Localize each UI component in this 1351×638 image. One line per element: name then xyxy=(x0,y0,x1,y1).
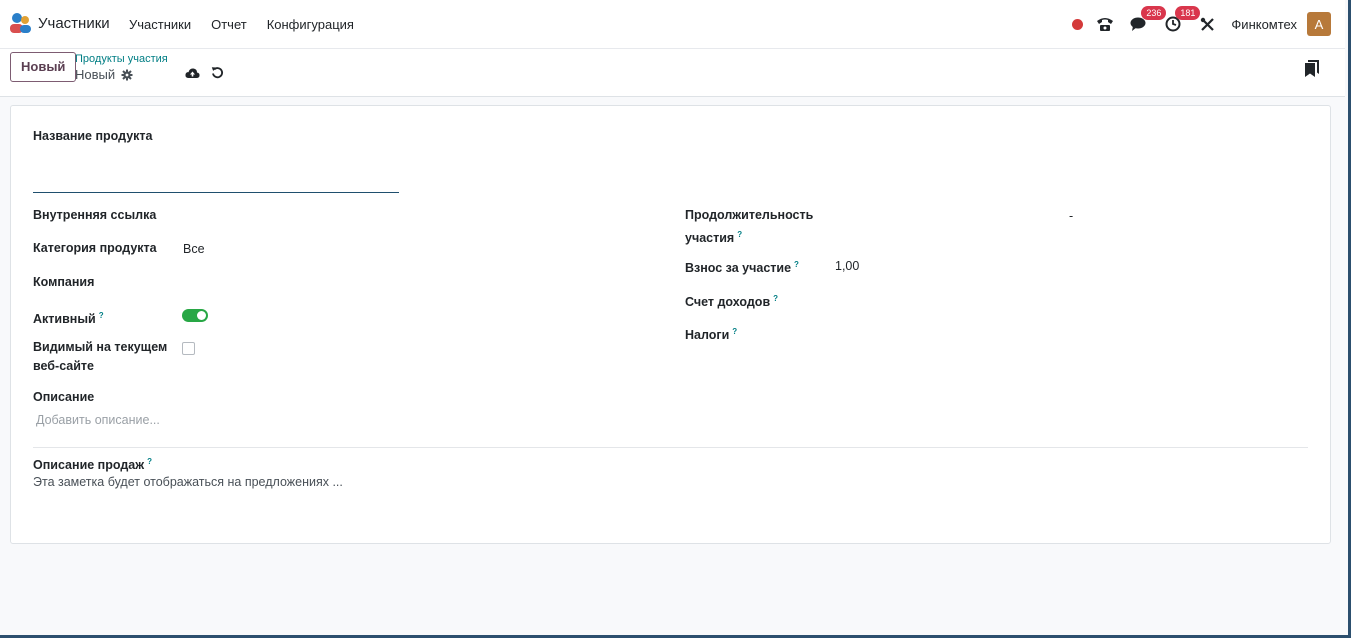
income-account-label-text: Счет доходов xyxy=(685,295,771,310)
duration-label-line1: Продолжительность xyxy=(685,208,814,222)
tools-icon[interactable] xyxy=(1197,14,1217,34)
product-name-input[interactable] xyxy=(33,192,399,193)
help-tooltip-icon[interactable]: ? xyxy=(732,327,737,336)
phone-icon[interactable] xyxy=(1095,14,1115,34)
website-published-label-line1: Видимый на текущем xyxy=(33,340,168,354)
company-label: Компания xyxy=(33,275,95,289)
systray: 236 181 Финкомтех A xyxy=(1072,6,1331,38)
app-name[interactable]: Участники xyxy=(38,15,110,32)
breadcrumb-link[interactable]: Продукты участия xyxy=(75,53,168,65)
section-divider xyxy=(33,447,1308,448)
window-right-edge xyxy=(1345,0,1351,638)
fee-label-text: Взнос за участие xyxy=(685,261,792,276)
gear-icon[interactable] xyxy=(121,69,133,81)
active-label: Активный? xyxy=(33,306,104,329)
category-field[interactable]: Все xyxy=(183,242,205,256)
duration-label-line2: участия? xyxy=(685,225,742,248)
product-name-label: Название продукта xyxy=(33,129,153,143)
website-published-checkbox[interactable] xyxy=(182,342,195,355)
internal-ref-label: Внутренняя ссылка xyxy=(33,208,157,222)
description-input[interactable]: Добавить описание... xyxy=(36,413,160,427)
top-navbar: Участники Участники Отчет Конфигурация 2… xyxy=(0,0,1345,49)
help-tooltip-icon[interactable]: ? xyxy=(737,230,742,239)
save-cloud-icon[interactable] xyxy=(185,67,200,79)
members-app-icon[interactable] xyxy=(9,12,33,34)
fee-field[interactable]: 1,00 xyxy=(835,259,859,273)
taxes-label: Налоги? xyxy=(685,322,737,345)
activities-clock-icon[interactable]: 181 xyxy=(1163,6,1201,34)
main-menu: Участники Отчет Конфигурация xyxy=(129,17,374,32)
company-switcher[interactable]: Финкомтех xyxy=(1231,17,1297,32)
messages-icon[interactable]: 236 xyxy=(1129,6,1167,34)
description-label: Описание xyxy=(33,390,95,404)
duration-field[interactable]: - xyxy=(1069,209,1073,223)
discard-undo-icon[interactable] xyxy=(211,66,224,79)
sales-description-label-text: Описание продаж xyxy=(33,458,145,473)
record-name-text: Новый xyxy=(75,67,116,82)
sales-description-input[interactable]: Эта заметка будет отображаться на предло… xyxy=(33,475,343,489)
fee-label: Взнос за участие? xyxy=(685,255,799,278)
recording-indicator-icon[interactable] xyxy=(1072,18,1084,30)
sales-description-label: Описание продаж? xyxy=(33,452,152,475)
help-tooltip-icon[interactable]: ? xyxy=(99,311,104,320)
category-label: Категория продукта xyxy=(33,241,157,255)
menu-item-report[interactable]: Отчет xyxy=(211,17,247,32)
help-tooltip-icon[interactable]: ? xyxy=(147,457,152,466)
help-tooltip-icon[interactable]: ? xyxy=(773,294,778,303)
form-sheet: Название продукта Внутренняя ссылка Кате… xyxy=(10,105,1331,544)
income-account-label: Счет доходов? xyxy=(685,289,778,312)
website-published-label-line2: веб-сайте xyxy=(33,359,95,373)
active-toggle[interactable] xyxy=(182,309,208,322)
bookmark-icon[interactable] xyxy=(1305,60,1319,77)
taxes-label-text: Налоги xyxy=(685,328,730,343)
active-label-text: Активный xyxy=(33,312,96,327)
help-tooltip-icon[interactable]: ? xyxy=(794,260,799,269)
new-button[interactable]: Новый xyxy=(10,52,77,82)
control-panel: Новый Продукты участия Новый xyxy=(0,49,1345,97)
user-avatar[interactable]: A xyxy=(1307,12,1331,36)
menu-item-configuration[interactable]: Конфигурация xyxy=(267,17,354,32)
record-title: Новый xyxy=(75,67,133,82)
menu-item-members[interactable]: Участники xyxy=(129,17,191,32)
duration-label-text: участия xyxy=(685,231,735,246)
